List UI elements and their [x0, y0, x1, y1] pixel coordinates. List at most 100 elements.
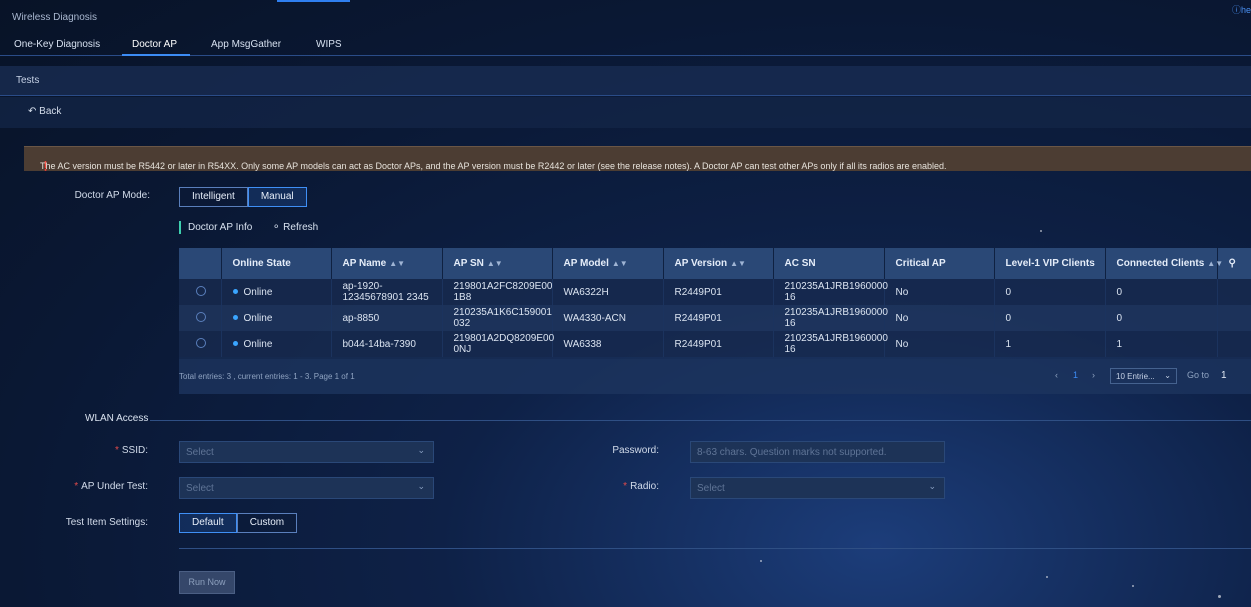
- run-now-button[interactable]: Run Now: [179, 571, 235, 594]
- row-radio[interactable]: [196, 285, 206, 296]
- table-row[interactable]: Online b044-14ba-7390 219801A2DQ8209E00 …: [179, 331, 1251, 357]
- ap-under-test-select[interactable]: Select ⌄: [179, 477, 434, 499]
- row-radio[interactable]: [196, 337, 206, 348]
- goto-page-input[interactable]: 1: [1209, 367, 1241, 385]
- back-bar: ↶ Back: [0, 97, 1251, 128]
- cell-ap-name: b044-14ba-7390: [331, 331, 443, 357]
- tab-app-msggather[interactable]: App MsgGather: [211, 39, 281, 50]
- cell-critical-ap: No: [884, 305, 995, 331]
- column-online-state: Online State: [221, 248, 332, 279]
- help-link[interactable]: ⓘhe: [1232, 3, 1251, 16]
- background-star: [1040, 230, 1042, 232]
- online-status-icon: [232, 315, 238, 321]
- cell-ac-sn: 210235A1JRB1960000 16: [773, 279, 888, 305]
- column-critical-ap: Critical AP: [884, 248, 995, 279]
- column-connected-clients[interactable]: Connected Clients ▲▼: [1105, 248, 1223, 279]
- doctor-ap-info-title: Doctor AP Info: [188, 222, 253, 233]
- cell-ap-version: R2449P01: [663, 305, 774, 331]
- cell-ap-sn: 210235A1K6C159001 032: [442, 305, 553, 331]
- section-accent-bar: [179, 221, 181, 234]
- sort-icon[interactable]: ▲▼: [1207, 259, 1223, 268]
- section-divider: [150, 420, 1251, 421]
- custom-settings-button[interactable]: Custom: [236, 513, 298, 533]
- select-column-header: [179, 248, 222, 279]
- cell-ap-version: R2449P01: [663, 279, 774, 305]
- cell-ap-model: WA4330-ACN: [552, 305, 664, 331]
- back-label: Back: [39, 106, 62, 117]
- online-status-icon: [232, 289, 238, 295]
- background-star: [1218, 595, 1221, 598]
- default-settings-button[interactable]: Default: [179, 513, 237, 533]
- next-page-icon[interactable]: ›: [1092, 370, 1095, 380]
- mode-intelligent-button[interactable]: Intelligent: [179, 187, 248, 207]
- cell-ap-model: WA6338: [552, 331, 664, 357]
- total-entries-text: Total entries: 3 , current entries: 1 - …: [179, 372, 355, 381]
- sort-icon[interactable]: ▲▼: [730, 259, 746, 268]
- app-title: Wireless Diagnosis: [12, 12, 98, 23]
- cell-ap-sn: 219801A2DQ8209E00 0NJ: [442, 331, 554, 357]
- background-star: [1046, 576, 1048, 578]
- page-number[interactable]: 1: [1073, 370, 1078, 380]
- cell-ap-version: R2449P01: [663, 331, 774, 357]
- wlan-access-title: WLAN Access: [85, 413, 149, 424]
- column-level1-vip-clients: Level-1 VIP Clients: [994, 248, 1106, 279]
- chevron-down-icon: ⌄: [417, 445, 425, 455]
- tab-doctor-ap[interactable]: Doctor AP: [132, 39, 177, 50]
- table-row[interactable]: Online ap-8850 210235A1K6C159001 032 WA4…: [179, 305, 1251, 331]
- column-ap-version[interactable]: AP Version ▲▼: [663, 248, 774, 279]
- test-item-settings-label: Test Item Settings:: [65, 517, 148, 528]
- doctor-ap-mode-label: Doctor AP Mode:: [74, 190, 150, 201]
- chevron-down-icon: ⌄: [1164, 371, 1171, 380]
- top-accent-bar: [277, 0, 350, 2]
- refresh-icon: ⚬: [272, 222, 281, 233]
- table-header-row: Online State AP Name ▲▼ AP SN ▲▼ AP Model ▲…: [179, 248, 1251, 279]
- radio-select[interactable]: Select ⌄: [690, 477, 945, 499]
- form-divider: [179, 548, 1251, 549]
- cell-connected-clients: 0: [1105, 305, 1218, 331]
- tab-wips[interactable]: WIPS: [316, 39, 342, 50]
- back-arrow-icon: ↶: [28, 106, 37, 117]
- cell-connected-clients: 1: [1105, 331, 1218, 357]
- sort-icon[interactable]: ▲▼: [487, 259, 503, 268]
- mode-manual-button[interactable]: Manual: [247, 187, 307, 207]
- cell-vip-clients: 0: [994, 279, 1106, 305]
- password-input[interactable]: 8-63 chars. Question marks not supported…: [690, 441, 945, 463]
- chevron-down-icon: ⌄: [417, 481, 425, 491]
- tab-one-key-diagnosis[interactable]: One-Key Diagnosis: [14, 39, 100, 50]
- column-ap-name[interactable]: AP Name ▲▼: [331, 248, 443, 279]
- row-radio[interactable]: [196, 311, 206, 322]
- cell-ac-sn: 210235A1JRB1960000 16: [773, 331, 888, 357]
- entries-per-page-select[interactable]: 10 Entrie... ⌄: [1110, 368, 1177, 384]
- notice-banner: ❗ The AC version must be R5442 or later …: [24, 146, 1251, 171]
- cell-connected-clients: 0: [1105, 279, 1218, 305]
- password-label: Password:: [612, 445, 659, 456]
- column-ap-model[interactable]: AP Model ▲▼: [552, 248, 664, 279]
- cell-ap-name: ap-1920-12345678901 2345: [331, 279, 443, 305]
- cell-vip-clients: 0: [994, 305, 1106, 331]
- doctor-ap-mode-toggle: Intelligent Manual: [179, 187, 307, 207]
- refresh-label: Refresh: [283, 222, 319, 233]
- column-ap-sn[interactable]: AP SN ▲▼: [442, 248, 553, 279]
- ssid-label: * SSID:: [114, 445, 148, 456]
- table-row[interactable]: Online ap-1920-12345678901 2345 219801A2…: [179, 279, 1251, 305]
- tab-bar: One-Key Diagnosis Doctor AP App MsgGathe…: [0, 34, 1251, 56]
- ssid-select[interactable]: Select ⌄: [179, 441, 434, 463]
- cell-ac-sn: 210235A1JRB1960000 16: [773, 305, 888, 331]
- cell-critical-ap: No: [884, 279, 995, 305]
- notice-text: The AC version must be R5442 or later in…: [40, 161, 947, 171]
- goto-label: Go to: [1187, 370, 1210, 380]
- sort-icon[interactable]: ▲▼: [389, 259, 405, 268]
- ap-under-test-label: * AP Under Test:: [74, 481, 148, 492]
- sort-icon[interactable]: ▲▼: [612, 259, 628, 268]
- cell-ap-model: WA6322H: [552, 279, 664, 305]
- column-ac-sn: AC SN: [773, 248, 885, 279]
- cell-ap-name: ap-8850: [331, 305, 443, 331]
- prev-page-icon[interactable]: ‹: [1055, 370, 1058, 380]
- search-icon: ⚲: [1228, 258, 1236, 269]
- tests-title: Tests: [16, 75, 40, 86]
- back-button[interactable]: ↶ Back: [28, 106, 61, 117]
- background-star: [760, 560, 762, 562]
- cell-critical-ap: No: [884, 331, 995, 357]
- cell-vip-clients: 1: [994, 331, 1106, 357]
- refresh-button[interactable]: ⚬ Refresh: [272, 222, 318, 233]
